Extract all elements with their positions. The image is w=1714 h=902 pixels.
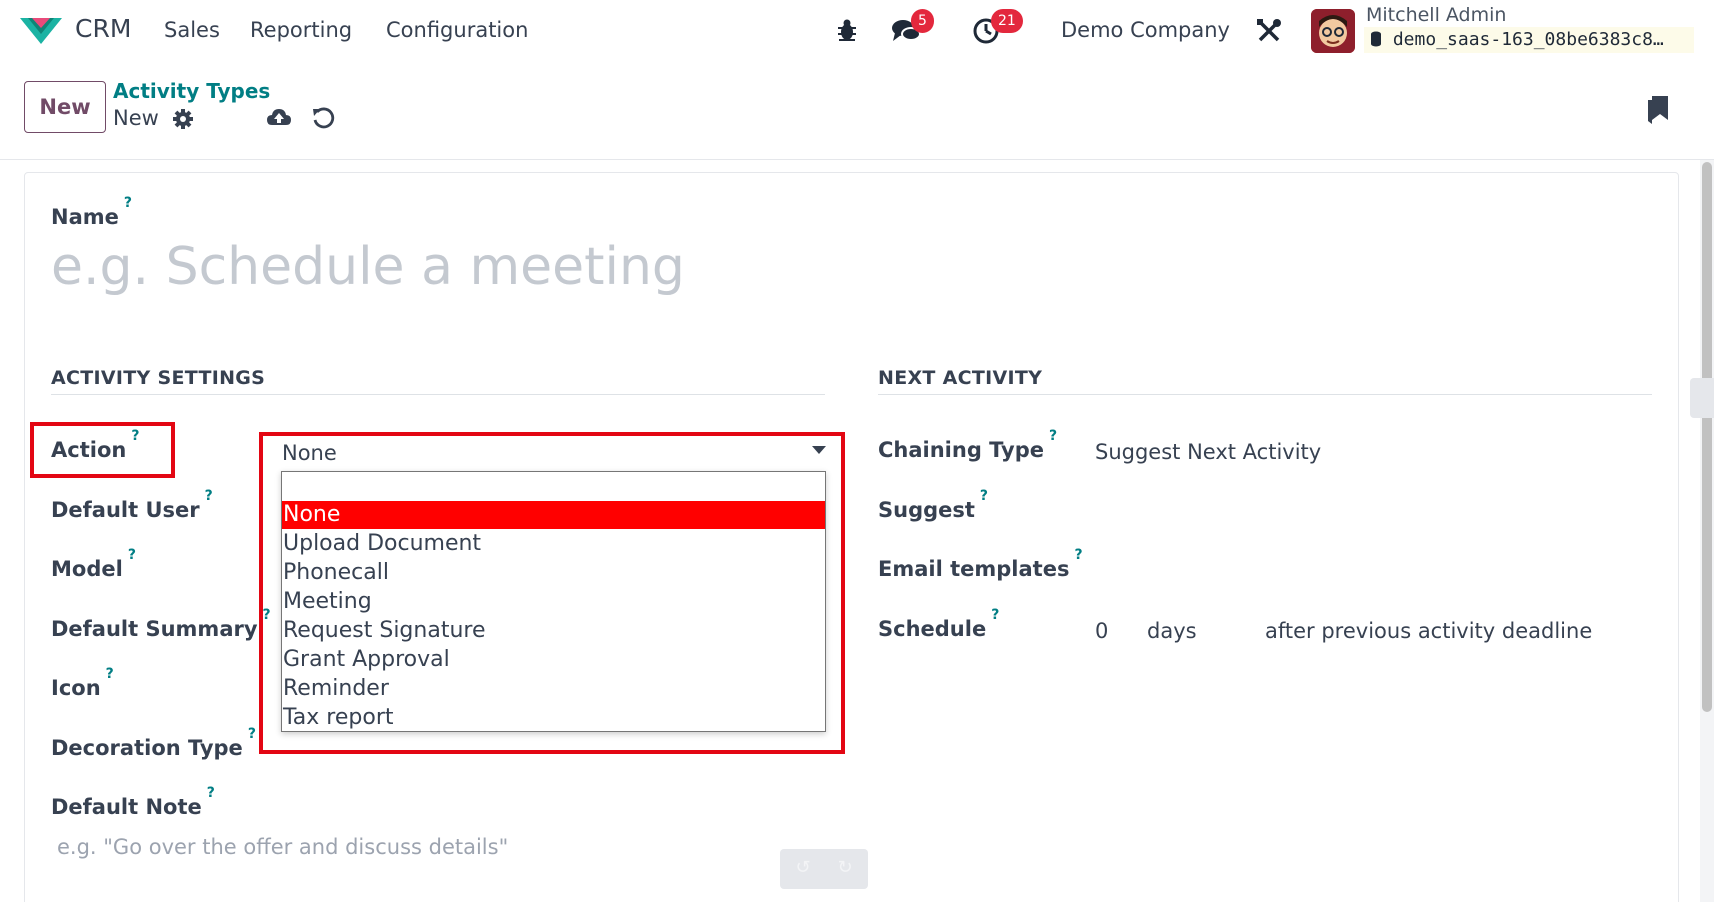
company-switcher[interactable]: Demo Company	[1061, 18, 1230, 42]
activities-badge: 21	[991, 9, 1023, 33]
help-icon[interactable]: ?	[128, 547, 136, 563]
email-templates-label: Email templates?	[878, 547, 1083, 581]
scroll-thumb[interactable]	[1702, 162, 1712, 712]
messages-badge: 5	[911, 9, 934, 33]
help-icon[interactable]: ?	[1074, 547, 1082, 563]
undo-icon[interactable]: ↺	[792, 857, 814, 879]
undo-icon[interactable]	[311, 106, 335, 130]
section-divider	[878, 394, 1652, 395]
icon-label: Icon?	[51, 666, 114, 700]
default-note-label: Default Note?	[51, 785, 215, 819]
debug-icon[interactable]	[836, 18, 858, 42]
activity-settings-title: ACTIVITY SETTINGS	[51, 367, 266, 389]
chaining-type-select[interactable]: Suggest Next Activity	[1095, 440, 1321, 464]
schedule-delay-input[interactable]: 0	[1095, 619, 1108, 643]
database-icon	[1371, 31, 1381, 47]
crm-logo-icon[interactable]	[18, 14, 64, 46]
help-icon[interactable]: ?	[980, 488, 988, 504]
default-note-input[interactable]: e.g. "Go over the offer and discuss deta…	[57, 835, 508, 859]
chaining-type-label: Chaining Type?	[878, 428, 1058, 462]
database-name: demo_saas-163_08be6383c8…	[1392, 29, 1664, 50]
breadcrumb-activity-types[interactable]: Activity Types	[113, 79, 270, 103]
next-activity-title: NEXT ACTIVITY	[878, 367, 1043, 389]
floating-history-buttons: ↺ ↻	[780, 849, 868, 889]
menu-reporting[interactable]: Reporting	[250, 18, 352, 42]
menu-sales[interactable]: Sales	[164, 18, 220, 42]
app-name[interactable]: CRM	[75, 14, 131, 43]
help-icon[interactable]: ?	[248, 726, 256, 742]
action-label-highlight	[30, 422, 175, 478]
section-divider	[51, 394, 825, 395]
schedule-label: Schedule?	[878, 607, 1000, 641]
help-icon[interactable]: ?	[991, 607, 999, 623]
action-field-highlight	[259, 432, 845, 754]
name-label: Name?	[51, 195, 132, 229]
database-badge: demo_saas-163_08be6383c8…	[1364, 27, 1694, 53]
breadcrumb-current: New	[113, 106, 159, 130]
default-summary-label: Default Summary?	[51, 607, 271, 641]
name-input[interactable]: e.g. Schedule a meeting	[51, 237, 685, 297]
avatar[interactable]	[1311, 9, 1355, 53]
bookmark-icon[interactable]	[1646, 94, 1670, 126]
cloud-upload-icon[interactable]	[266, 107, 292, 129]
schedule-trigger-select[interactable]: after previous activity deadline	[1265, 619, 1592, 643]
model-label: Model?	[51, 547, 136, 581]
control-panel-divider	[0, 159, 1714, 160]
help-icon[interactable]: ?	[207, 785, 215, 801]
suggest-label: Suggest?	[878, 488, 989, 522]
help-icon[interactable]: ?	[124, 195, 132, 211]
top-navbar: CRM Sales Reporting Configuration 5 21 D…	[0, 0, 1714, 62]
scrollbar[interactable]	[1700, 160, 1714, 902]
gear-icon[interactable]	[172, 108, 194, 130]
menu-configuration[interactable]: Configuration	[386, 18, 528, 42]
tools-icon[interactable]	[1256, 18, 1282, 44]
redo-icon[interactable]: ↻	[834, 857, 856, 879]
decoration-type-label: Decoration Type?	[51, 726, 256, 760]
user-name[interactable]: Mitchell Admin	[1366, 4, 1506, 26]
schedule-unit-select[interactable]: days	[1147, 619, 1197, 643]
new-button[interactable]: New	[24, 81, 106, 133]
help-icon[interactable]: ?	[1049, 428, 1057, 444]
help-icon[interactable]: ?	[205, 488, 213, 504]
help-icon[interactable]: ?	[106, 666, 114, 682]
default-user-label: Default User?	[51, 488, 213, 522]
side-panel-handle[interactable]	[1690, 378, 1714, 418]
